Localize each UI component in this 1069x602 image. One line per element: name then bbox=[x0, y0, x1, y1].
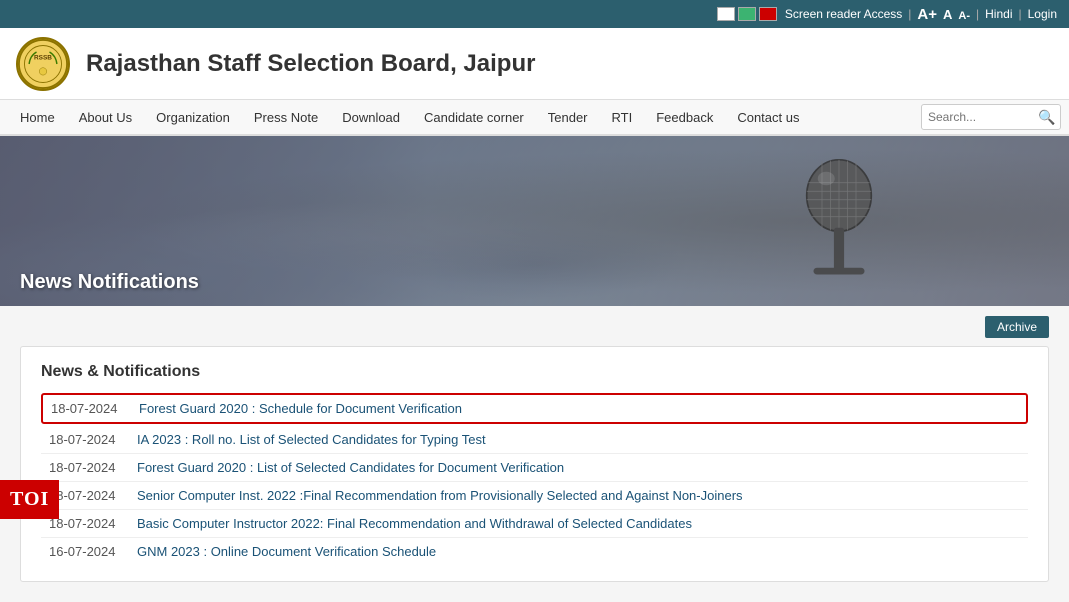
font-small-btn[interactable]: A- bbox=[958, 10, 970, 22]
notification-text: Forest Guard 2020 : List of Selected Can… bbox=[137, 460, 564, 475]
notification-date: 16-07-2024 bbox=[49, 544, 129, 559]
nav-feedback[interactable]: Feedback bbox=[644, 99, 725, 135]
nav-home[interactable]: Home bbox=[8, 99, 67, 135]
logo: RSSB bbox=[16, 37, 70, 91]
nav-rti[interactable]: RTI bbox=[600, 99, 645, 135]
notification-date: 18-07-2024 bbox=[49, 488, 129, 503]
font-medium-btn[interactable]: A bbox=[943, 7, 952, 22]
screen-reader-link[interactable]: Screen reader Access bbox=[785, 7, 902, 21]
notification-date: 18-07-2024 bbox=[49, 460, 129, 475]
notification-item[interactable]: 18-07-2024 IA 2023 : Roll no. List of Se… bbox=[41, 426, 1028, 454]
header: RSSB Rajasthan Staff Selection Board, Ja… bbox=[0, 28, 1069, 100]
notifications-title: News & Notifications bbox=[41, 363, 1028, 381]
hindi-link[interactable]: Hindi bbox=[985, 7, 1012, 21]
site-title: Rajasthan Staff Selection Board, Jaipur bbox=[86, 50, 535, 78]
nav-about-us[interactable]: About Us bbox=[67, 99, 144, 135]
nav-download[interactable]: Download bbox=[330, 99, 412, 135]
notification-item[interactable]: 18-07-2024 Forest Guard 2020 : List of S… bbox=[41, 454, 1028, 482]
hero-microphone bbox=[729, 136, 949, 306]
content-area: Archive News & Notifications 18-07-2024 … bbox=[0, 306, 1069, 602]
nav-candidate-corner[interactable]: Candidate corner bbox=[412, 99, 536, 135]
toi-badge: TOI bbox=[0, 480, 59, 519]
nav-search-box[interactable]: 🔍 bbox=[921, 104, 1061, 130]
font-large-btn[interactable]: A+ bbox=[917, 6, 937, 23]
notification-item[interactable]: 16-07-2024 GNM 2023 : Online Document Ve… bbox=[41, 538, 1028, 565]
nav-bar: Home About Us Organization Press Note Do… bbox=[0, 100, 1069, 136]
nav-contact-us[interactable]: Contact us bbox=[725, 99, 811, 135]
notification-date: 18-07-2024 bbox=[51, 401, 131, 416]
nav-press-note[interactable]: Press Note bbox=[242, 99, 330, 135]
notification-text: Basic Computer Instructor 2022: Final Re… bbox=[137, 516, 692, 531]
top-bar: Screen reader Access | A+ A A- | Hindi |… bbox=[0, 0, 1069, 28]
notification-text: GNM 2023 : Online Document Verification … bbox=[137, 544, 436, 559]
archive-button[interactable]: Archive bbox=[985, 316, 1049, 338]
notification-date: 18-07-2024 bbox=[49, 432, 129, 447]
hero-banner: News Notifications bbox=[0, 136, 1069, 306]
color-box-red[interactable] bbox=[759, 7, 777, 21]
color-box-white[interactable] bbox=[717, 7, 735, 21]
nav-tender[interactable]: Tender bbox=[536, 99, 600, 135]
nav-organization[interactable]: Organization bbox=[144, 99, 242, 135]
notification-item[interactable]: 18-07-2024 Basic Computer Instructor 202… bbox=[41, 510, 1028, 538]
nav-items: Home About Us Organization Press Note Do… bbox=[8, 99, 921, 135]
notification-item[interactable]: 18-07-2024 Forest Guard 2020 : Schedule … bbox=[41, 393, 1028, 424]
svg-text:RSSB: RSSB bbox=[34, 54, 52, 61]
search-input[interactable] bbox=[928, 110, 1038, 124]
notification-text: Forest Guard 2020 : Schedule for Documen… bbox=[139, 401, 462, 416]
search-icon[interactable]: 🔍 bbox=[1038, 109, 1055, 126]
top-bar-links: Screen reader Access | A+ A A- | Hindi |… bbox=[785, 6, 1057, 23]
color-boxes bbox=[717, 7, 777, 21]
font-size-controls: A+ A A- bbox=[917, 6, 970, 23]
login-link[interactable]: Login bbox=[1028, 7, 1057, 21]
color-box-green[interactable] bbox=[738, 7, 756, 21]
notification-item[interactable]: 18-07-2024 Senior Computer Inst. 2022 :F… bbox=[41, 482, 1028, 510]
archive-btn-row: Archive bbox=[20, 316, 1049, 338]
notification-text: IA 2023 : Roll no. List of Selected Cand… bbox=[137, 432, 486, 447]
notification-text: Senior Computer Inst. 2022 :Final Recomm… bbox=[137, 488, 743, 503]
notification-date: 18-07-2024 bbox=[49, 516, 129, 531]
hero-title: News Notifications bbox=[0, 259, 219, 306]
notifications-box: News & Notifications 18-07-2024 Forest G… bbox=[20, 346, 1049, 582]
